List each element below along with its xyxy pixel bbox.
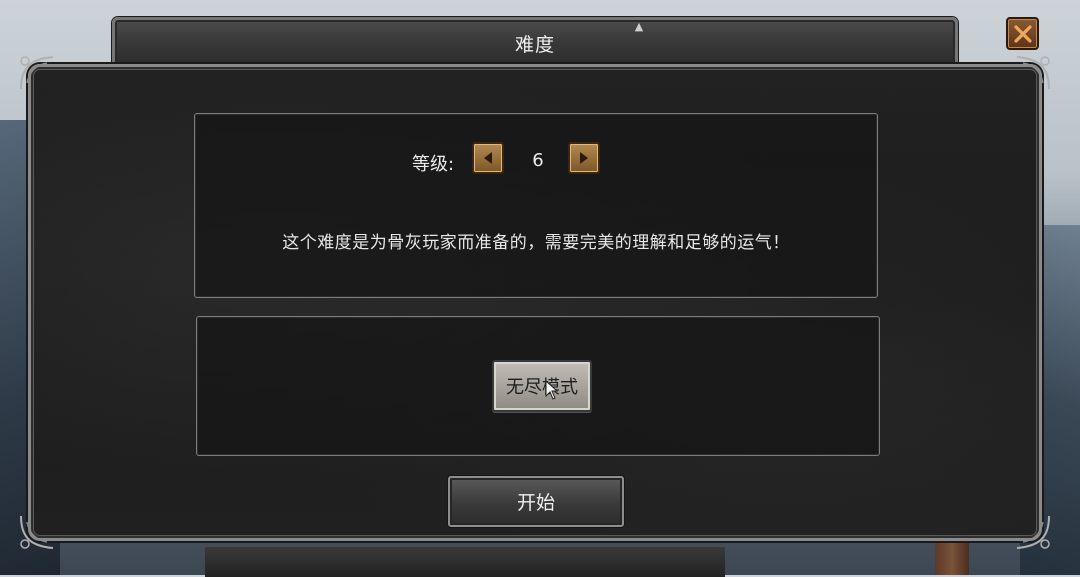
- difficulty-info-box: [194, 113, 878, 298]
- mouse-cursor-icon: [545, 380, 559, 400]
- endless-mode-label: 无尽模式: [506, 377, 578, 398]
- endless-mode-button[interactable]: 无尽模式: [492, 360, 592, 412]
- corner-ornament-icon: [1016, 515, 1050, 549]
- background-post: [935, 535, 969, 575]
- close-x-icon: [1013, 24, 1032, 43]
- dialog-title: 难度: [514, 34, 555, 56]
- start-label: 开始: [516, 492, 555, 514]
- corner-ornament-icon: [20, 56, 54, 90]
- level-value: 6: [532, 150, 544, 171]
- dialog-title-bar: ▲ 难度: [112, 17, 958, 65]
- corner-ornament-icon: [1016, 56, 1050, 90]
- close-button[interactable]: [1006, 17, 1039, 50]
- level-label: 等级:: [412, 154, 455, 175]
- arrow-right-icon: [580, 152, 588, 164]
- corner-ornament-icon: [20, 515, 54, 549]
- start-button[interactable]: 开始: [448, 476, 624, 527]
- increase-level-button[interactable]: [568, 142, 600, 174]
- background-structure: [205, 545, 725, 577]
- difficulty-description: 这个难度是为骨灰玩家而准备的，需要完美的理解和足够的运气！: [282, 233, 790, 253]
- decrease-level-button[interactable]: [472, 142, 504, 174]
- arrow-left-icon: [484, 152, 492, 164]
